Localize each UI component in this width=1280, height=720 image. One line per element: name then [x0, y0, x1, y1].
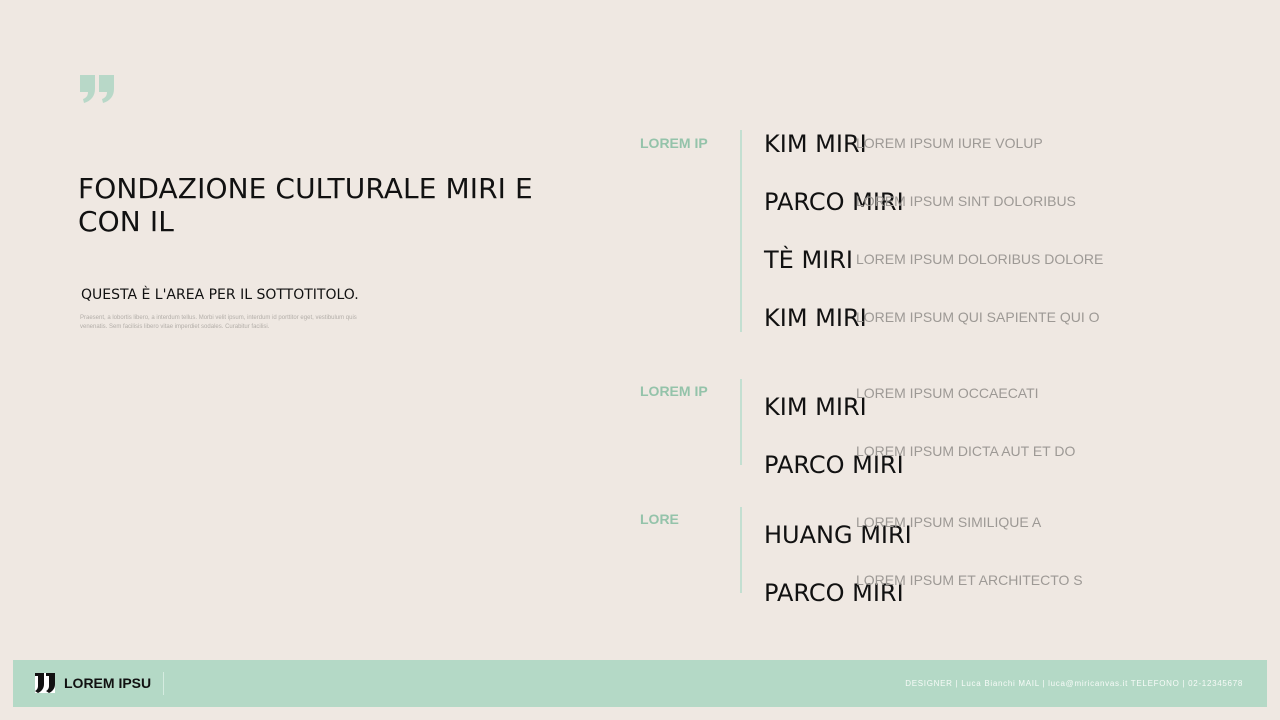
- item-name: TÈ MIRI: [764, 246, 853, 274]
- section-label: LOREM IP: [640, 383, 708, 399]
- item-name: KIM MIRI: [764, 393, 867, 421]
- footer-contact: DESIGNER | Luca Bianchi MAIL | luca@miri…: [905, 679, 1243, 688]
- item-description: LOREM IPSUM SINT DOLORIBUS: [856, 193, 1076, 209]
- item-description: LOREM IPSUM OCCAECATI: [856, 385, 1039, 401]
- item-description: LOREM IPSUM DICTA AUT ET DO: [856, 443, 1076, 459]
- section-label: LOREM IP: [640, 135, 708, 151]
- footer-bar: LOREM IPSU DESIGNER | Luca Bianchi MAIL …: [13, 660, 1267, 707]
- item-description: LOREM IPSUM DOLORIBUS DOLORE: [856, 251, 1104, 267]
- logo-icon: [35, 673, 55, 693]
- page-title: FONDAZIONE CULTURALE MIRI E CON IL: [78, 172, 533, 238]
- quote-icon: [80, 75, 114, 103]
- footer-divider: [163, 672, 164, 695]
- item-name: KIM MIRI: [764, 130, 867, 158]
- section-divider: [740, 507, 742, 593]
- item-description: LOREM IPSUM SIMILIQUE A: [856, 514, 1042, 530]
- section-divider: [740, 379, 742, 465]
- section-divider: [740, 130, 742, 332]
- body-text: Praesent, a lobortis libero, a interdum …: [80, 315, 357, 330]
- item-description: LOREM IPSUM QUI SAPIENTE QUI O: [856, 309, 1100, 325]
- item-name: KIM MIRI: [764, 304, 867, 332]
- footer-brand: LOREM IPSU: [64, 675, 152, 691]
- subtitle: QUESTA È L'AREA PER IL SOTTOTITOLO.: [81, 287, 359, 303]
- section-label: LORE: [640, 511, 679, 527]
- item-description: LOREM IPSUM ET ARCHITECTO S: [856, 572, 1083, 588]
- item-description: LOREM IPSUM IURE VOLUP: [856, 135, 1043, 151]
